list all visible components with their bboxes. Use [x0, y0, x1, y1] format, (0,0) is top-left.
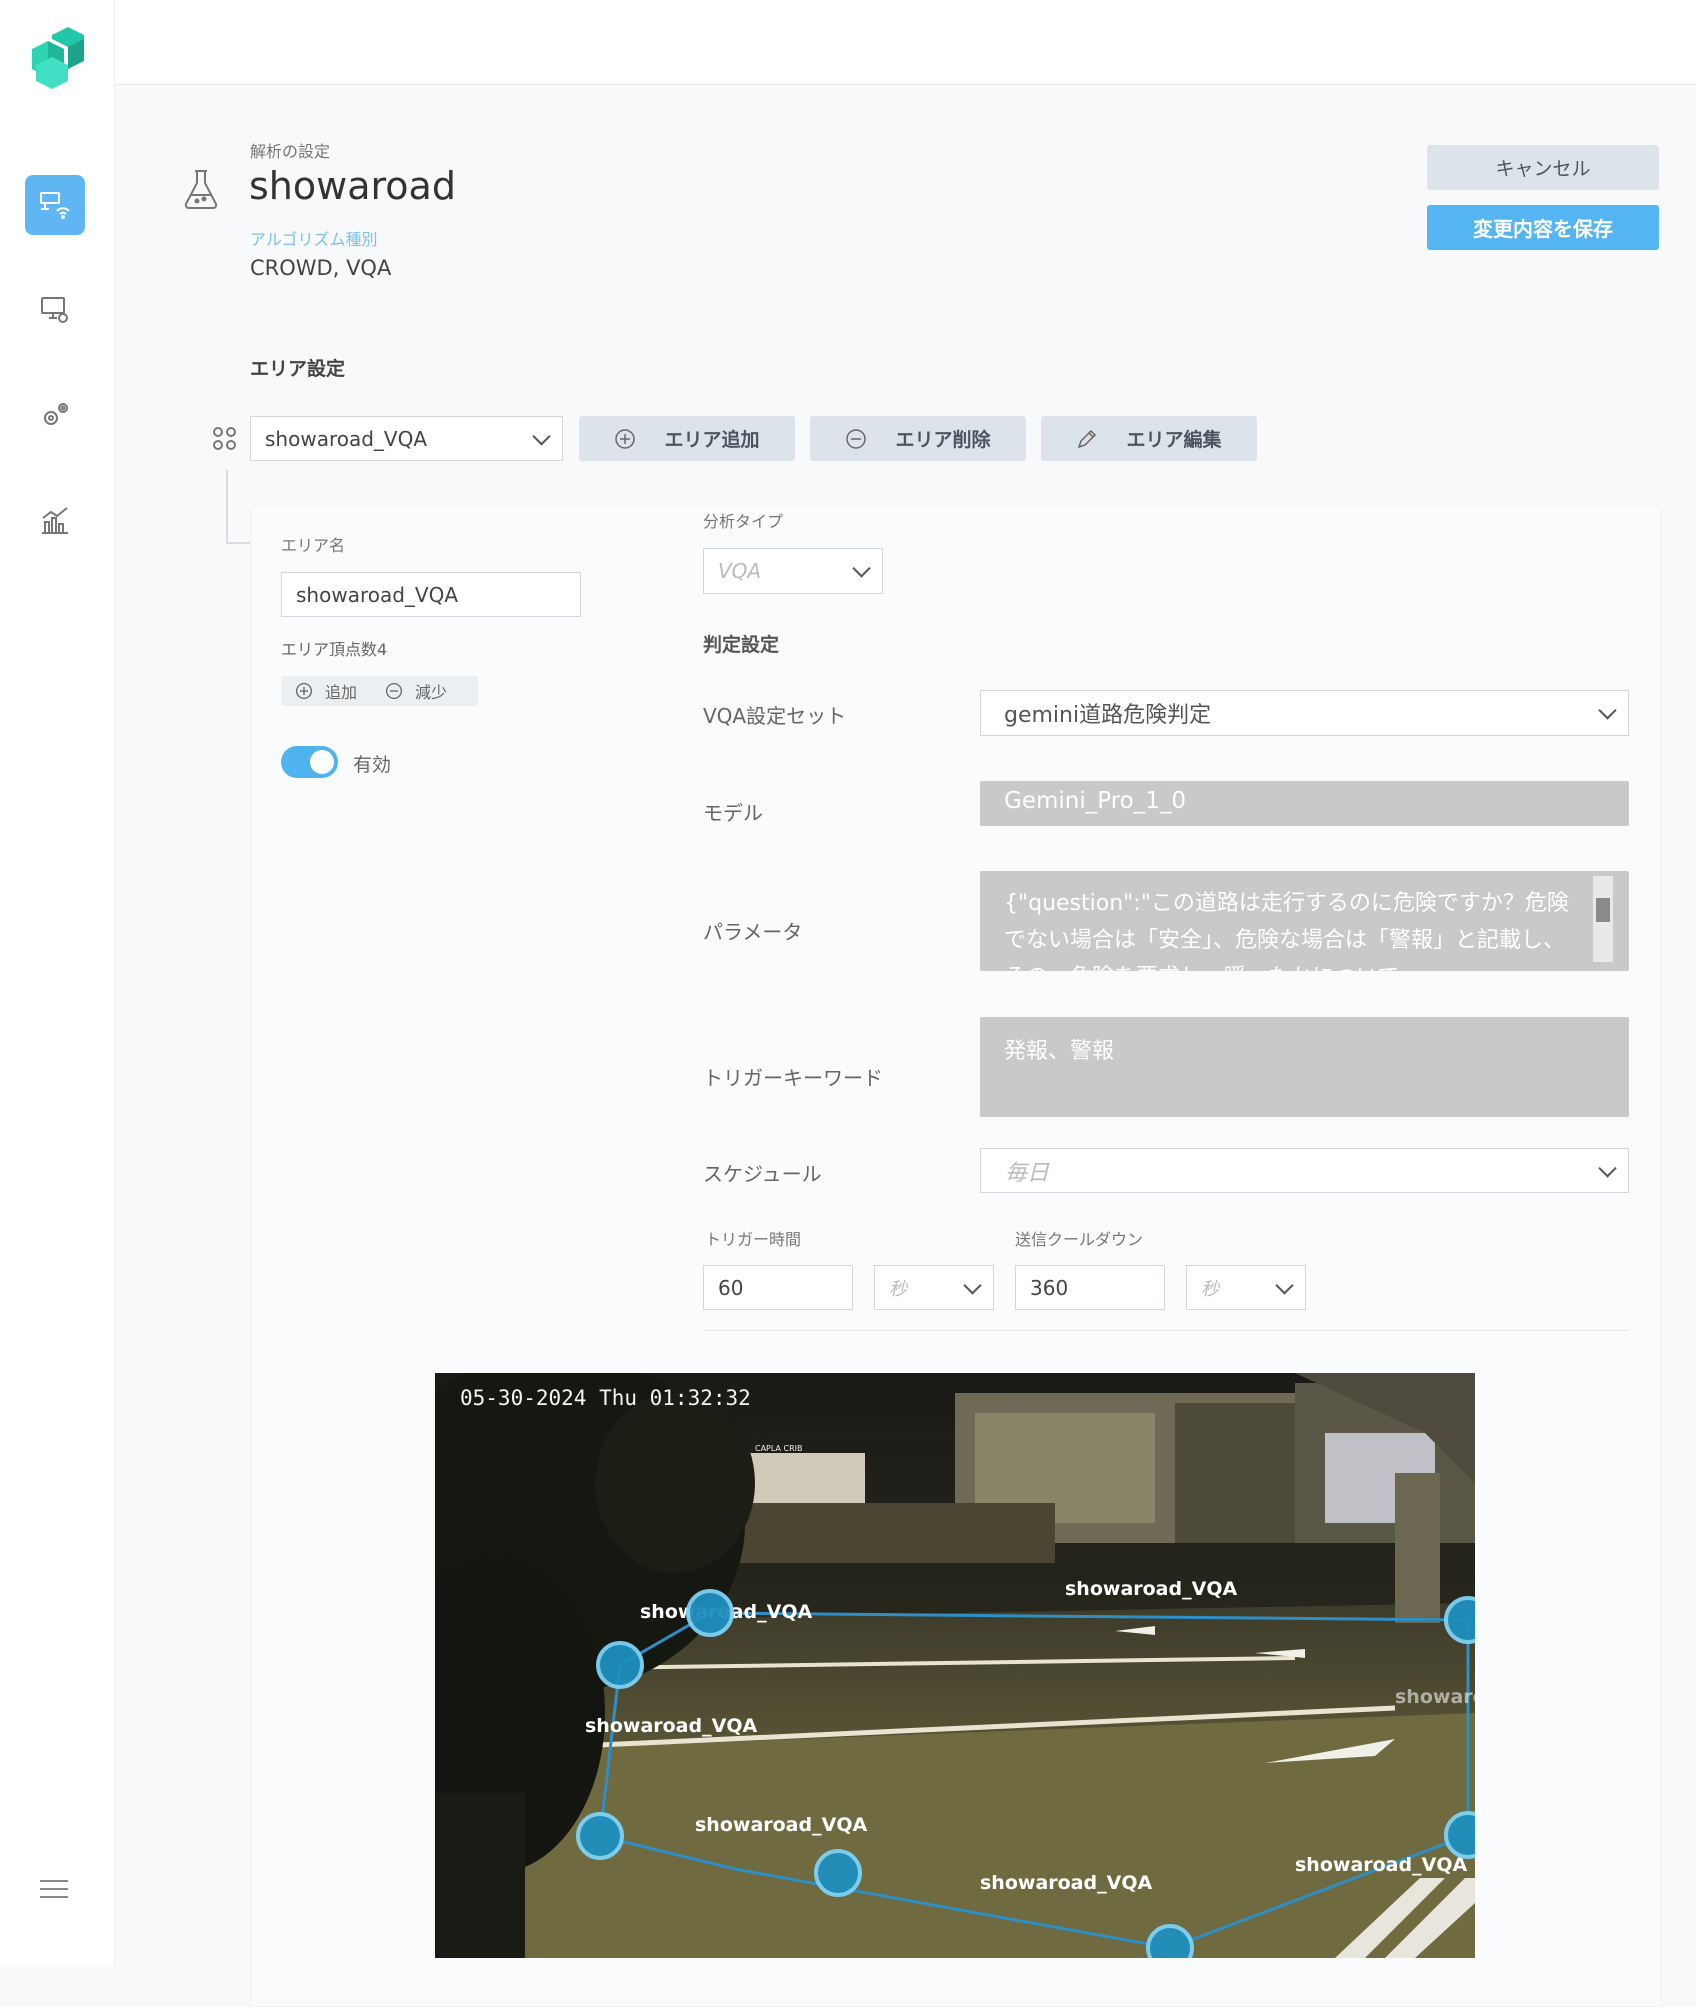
vertex-label: showaroad_VQA	[585, 1715, 757, 1737]
trigger-keyword-label: トリガーキーワード	[703, 1066, 883, 1090]
schedule-label: スケジュール	[703, 1162, 822, 1186]
area-select-value: showaroad_VQA	[265, 426, 428, 451]
vertex-handle[interactable]	[1444, 1596, 1475, 1644]
chevron-down-icon	[1598, 1158, 1617, 1178]
vertex-handle[interactable]	[1444, 1811, 1475, 1859]
model-field: Gemini_Pro_1_0	[980, 781, 1629, 826]
area-section-title: エリア設定	[250, 358, 346, 380]
nav-analytics[interactable]	[25, 490, 85, 550]
vertex-handle[interactable]	[686, 1589, 734, 1637]
chevron-down-icon	[852, 559, 871, 578]
vertex-add-label: 追加	[325, 683, 358, 702]
nav-analysis-settings[interactable]	[25, 175, 85, 235]
trigger-keyword-textarea[interactable]: 発報、警報	[980, 1017, 1629, 1117]
add-area-button[interactable]: エリア追加	[579, 416, 795, 461]
flask-icon	[184, 170, 218, 209]
chart-icon	[42, 507, 68, 534]
cooldown-unit-select[interactable]: 秒	[1186, 1265, 1306, 1310]
vertex-label: showaroad_VQA	[695, 1814, 867, 1836]
pencil-icon	[1078, 429, 1097, 448]
vertex-label: showaroad_VQA	[1295, 1854, 1467, 1876]
minus-circle-icon	[846, 428, 867, 449]
delete-area-button[interactable]: エリア削除	[810, 416, 1026, 461]
page-title: showaroad	[249, 164, 456, 208]
params-value: {"question":"この道路は走行するのに危険ですか？危険でない場合は「安…	[1004, 891, 1569, 971]
vertex-label: showaroad_VQA	[1065, 1578, 1237, 1600]
judgement-title: 判定設定	[703, 634, 780, 656]
sidebar	[0, 0, 115, 1965]
algorithm-value: CROWD, VQA	[250, 256, 392, 280]
divider	[703, 1330, 1629, 1331]
vertex-remove-label: 減少	[415, 683, 448, 702]
trigger-time-label: トリガー時間	[705, 1230, 802, 1249]
cooldown-input[interactable]: 360	[1015, 1265, 1165, 1310]
vertex-handle[interactable]	[596, 1641, 644, 1689]
store-sign: CAPLA CRIB	[755, 1444, 803, 1453]
schedule-select[interactable]: 毎日	[980, 1148, 1629, 1193]
area-tree-icon	[213, 427, 236, 450]
vqa-set-label: VQA設定セット	[703, 704, 847, 728]
area-name-input[interactable]: showaroad_VQA	[281, 572, 581, 617]
monitor-settings-icon	[41, 297, 68, 323]
area-name-label: エリア名	[281, 536, 346, 555]
cooldown-label: 送信クールダウン	[1015, 1230, 1144, 1249]
app-logo	[32, 27, 84, 89]
vertex-stepper: 追加 減少	[281, 676, 478, 706]
tree-line-horizontal	[226, 542, 252, 544]
algorithm-label: アルゴリズム種別	[250, 230, 378, 249]
vertex-handle[interactable]	[814, 1849, 862, 1897]
tree-line	[226, 470, 228, 542]
nav-settings[interactable]	[25, 385, 85, 445]
top-bar	[115, 0, 1696, 85]
edit-area-label: エリア編集	[1126, 429, 1222, 451]
cancel-button[interactable]: キャンセル	[1427, 145, 1659, 190]
trigger-time-input[interactable]: 60	[703, 1265, 853, 1310]
minus-circle-icon	[385, 682, 403, 700]
vertex-label: showaroad_VQA	[1395, 1686, 1475, 1708]
area-select[interactable]: showaroad_VQA	[250, 416, 563, 461]
params-scrollbar[interactable]	[1593, 876, 1613, 962]
trigger-time-unit-select[interactable]: 秒	[874, 1265, 994, 1310]
schedule-placeholder: 毎日	[1005, 1160, 1050, 1186]
chevron-down-icon	[963, 1275, 982, 1295]
camera-preview[interactable]: CAPLA CRIB 05-30-2024 Thu 01:32:32 showa…	[435, 1373, 1475, 1958]
chevron-down-icon	[1275, 1275, 1294, 1295]
nav-monitor[interactable]	[25, 280, 85, 340]
analysis-type-label: 分析タイプ	[703, 512, 784, 531]
menu-icon[interactable]	[40, 1880, 68, 1898]
cooldown-unit: 秒	[1201, 1278, 1219, 1300]
vertex-count-label: エリア頂点数4	[281, 640, 388, 659]
analysis-type-placeholder: VQA	[718, 559, 762, 583]
edit-area-button[interactable]: エリア編集	[1041, 416, 1257, 461]
vqa-set-value: gemini道路危険判定	[1004, 703, 1212, 728]
model-label: モデル	[703, 801, 763, 825]
add-area-label: エリア追加	[664, 429, 760, 451]
gears-icon	[44, 403, 68, 425]
vertex-label: showaroad_VQA	[980, 1872, 1152, 1894]
enabled-toggle[interactable]	[281, 746, 338, 778]
chevron-down-icon	[1598, 701, 1617, 720]
breadcrumb: 解析の設定	[250, 142, 331, 161]
camera-timestamp: 05-30-2024 Thu 01:32:32	[460, 1386, 751, 1410]
vertex-handle[interactable]	[1146, 1924, 1194, 1958]
trigger-time-unit: 秒	[889, 1278, 907, 1300]
delete-area-label: エリア削除	[895, 429, 991, 451]
vqa-set-select[interactable]: gemini道路危険判定	[980, 690, 1629, 736]
camera-wifi-icon	[40, 192, 70, 219]
plus-circle-icon	[615, 428, 636, 449]
save-button[interactable]: 変更内容を保存	[1427, 205, 1659, 250]
scrollbar-thumb[interactable]	[1596, 898, 1610, 922]
toggle-knob	[310, 750, 334, 774]
chevron-down-icon	[532, 426, 551, 446]
plus-circle-icon	[295, 682, 313, 700]
analysis-type-select[interactable]: VQA	[703, 548, 883, 594]
vertex-remove-button[interactable]: 減少	[357, 679, 447, 703]
camera-image: CAPLA CRIB 05-30-2024 Thu 01:32:32 showa…	[435, 1373, 1475, 1958]
params-textarea[interactable]: {"question":"この道路は走行するのに危険ですか？危険でない場合は「安…	[980, 871, 1629, 971]
params-label: パラメータ	[703, 920, 803, 944]
vertex-add-button[interactable]: 追加	[281, 679, 357, 703]
enabled-label: 有効	[353, 754, 392, 776]
vertex-handle[interactable]	[576, 1812, 624, 1860]
